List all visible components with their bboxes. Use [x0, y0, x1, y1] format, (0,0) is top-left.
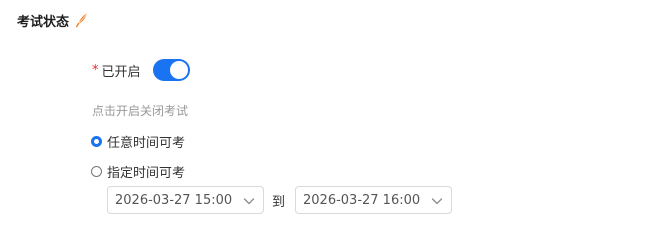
end-time-select[interactable]: 2026-03-27 16:00 [295, 186, 452, 214]
section-title: 考试状态 [17, 14, 70, 30]
exam-status-toggle[interactable] [152, 59, 190, 81]
radio-option-anytime[interactable]: 任意时间可考 [91, 132, 186, 151]
feather-pen-icon[interactable] [74, 12, 90, 28]
status-label: 已开启 [101, 64, 141, 80]
toggle-knob [169, 61, 188, 79]
radio-option-scheduled[interactable]: 指定时间可考 [91, 162, 186, 181]
start-time-select[interactable]: 2026-03-27 15:00 [107, 186, 264, 214]
radio-label-anytime: 任意时间可考 [107, 135, 186, 151]
range-separator: 到 [272, 195, 286, 210]
radio-button-checked[interactable] [91, 135, 102, 147]
end-time-value: 2026-03-27 16:00 [303, 192, 421, 208]
radio-button-unchecked[interactable] [91, 165, 102, 177]
status-hint: 点击开启关闭考试 [92, 104, 189, 118]
section-header: 考试状态 [17, 10, 90, 30]
start-time-value: 2026-03-27 15:00 [115, 192, 233, 208]
status-row: * 已开启 [92, 58, 190, 82]
radio-label-scheduled: 指定时间可考 [107, 165, 186, 181]
required-mark: * [92, 63, 99, 78]
chevron-down-icon [243, 198, 255, 205]
chevron-down-icon [431, 198, 443, 205]
